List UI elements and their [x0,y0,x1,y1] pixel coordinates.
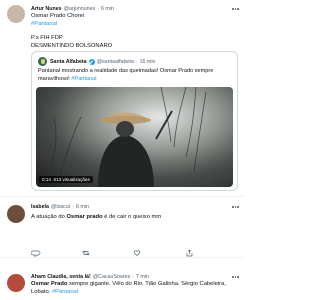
verified-icon [88,58,95,65]
separator-dot: · [132,274,135,280]
tweet[interactable]: Aham Claudia, senta lá! @CacauSoares · 7… [0,258,244,300]
video-badge: 0:14 513 visualizações [39,176,93,183]
tweet-header: Artur Nunes @arjunnunes · 6 min [31,5,238,13]
text-highlight: Osmar Prado [31,281,68,287]
quoted-tweet-header: Santa Alfabeta @santaalfabeta · 16 min [38,57,155,66]
video-frame [36,87,233,187]
hashtag-link[interactable]: #Pantanal [71,76,96,82]
tweet-content: Aham Claudia, senta lá! @CacauSoares · 7… [31,273,238,296]
timestamp[interactable]: 6 min [101,5,114,13]
quoted-display-name[interactable]: Santa Alfabeta [50,59,87,65]
quoted-avatar[interactable] [38,57,47,66]
tweet-header: Isabela @isacut · 6 min [31,203,238,211]
video-duration: 0:14 [42,177,51,182]
quoted-timestamp[interactable]: 16 min [140,59,156,65]
timestamp[interactable]: 6 min [76,203,89,211]
tweet-text-line: P.s FIH FDP [31,35,63,41]
share-icon [186,249,193,257]
tweet-text-line: DESMENTINDO BOLSONARO [31,42,113,49]
more-icon[interactable] [232,206,239,208]
quoted-text: Pantanal mostrando a realidade das queim… [38,68,214,82]
tweet-content: Artur Nunes @arjunnunes · 6 min Osmar Pr… [31,5,238,50]
avatar[interactable] [7,274,25,292]
display-name[interactable]: Artur Nunes [31,5,62,13]
more-icon[interactable] [232,8,239,10]
display-name[interactable]: Aham Claudia, senta lá! [31,273,91,281]
avatar[interactable] [7,205,25,223]
hashtag-link[interactable]: #Pantanal [52,289,78,295]
separator-dot: · [72,204,74,210]
tweet-content: Isabela @isacut · 6 min A atuação do Osm… [31,203,238,222]
separator-dot: · [135,58,138,65]
tweet[interactable]: Isabela @isacut · 6 min A atuação do Osm… [0,197,244,258]
quoted-tweet[interactable]: Santa Alfabeta @santaalfabeta · 16 min P… [31,51,238,191]
display-name[interactable]: Isabela [31,203,49,211]
action-bar [30,249,193,258]
video-views: 513 visualizações [53,177,90,182]
text-segment: A atuação do [31,214,67,220]
more-icon[interactable] [232,276,239,278]
tweet[interactable]: Artur Nunes @arjunnunes · 6 min Osmar Pr… [0,0,244,197]
quoted-tweet-text: Pantanal mostrando a realidade das queim… [38,68,229,83]
tweet-text: A atuação do Osmar prado é de cair o que… [31,214,238,222]
tweet-text: Osmar Prado sempre gigante. Vélo do Rio.… [31,281,238,296]
tweet-text: Osmar Prado Chorei #Pantanal P.s FIH FDP… [31,13,238,50]
video-player[interactable]: 0:14 513 visualizações [36,87,233,187]
username[interactable]: @arjunnunes [64,5,96,13]
avatar[interactable] [7,5,25,23]
separator-dot: · [97,6,99,12]
username[interactable]: @isacut [51,203,70,211]
quoted-username[interactable]: @santaalfabeta [97,59,134,65]
reply-icon [30,250,41,258]
retweet-icon [82,250,90,256]
username[interactable]: @CacauSoares [93,273,130,281]
text-segment: é de cair o queixo mm [102,214,162,220]
hashtag-link[interactable]: #Pantanal [31,21,238,29]
tweet-text-line: Osmar Prado Chorei [31,13,85,19]
text-highlight: Osmar prado [66,214,103,220]
timestamp[interactable]: 7 min [136,273,149,281]
tweet-header: Aham Claudia, senta lá! @CacauSoares · 7… [31,273,238,281]
like-icon [133,250,141,256]
